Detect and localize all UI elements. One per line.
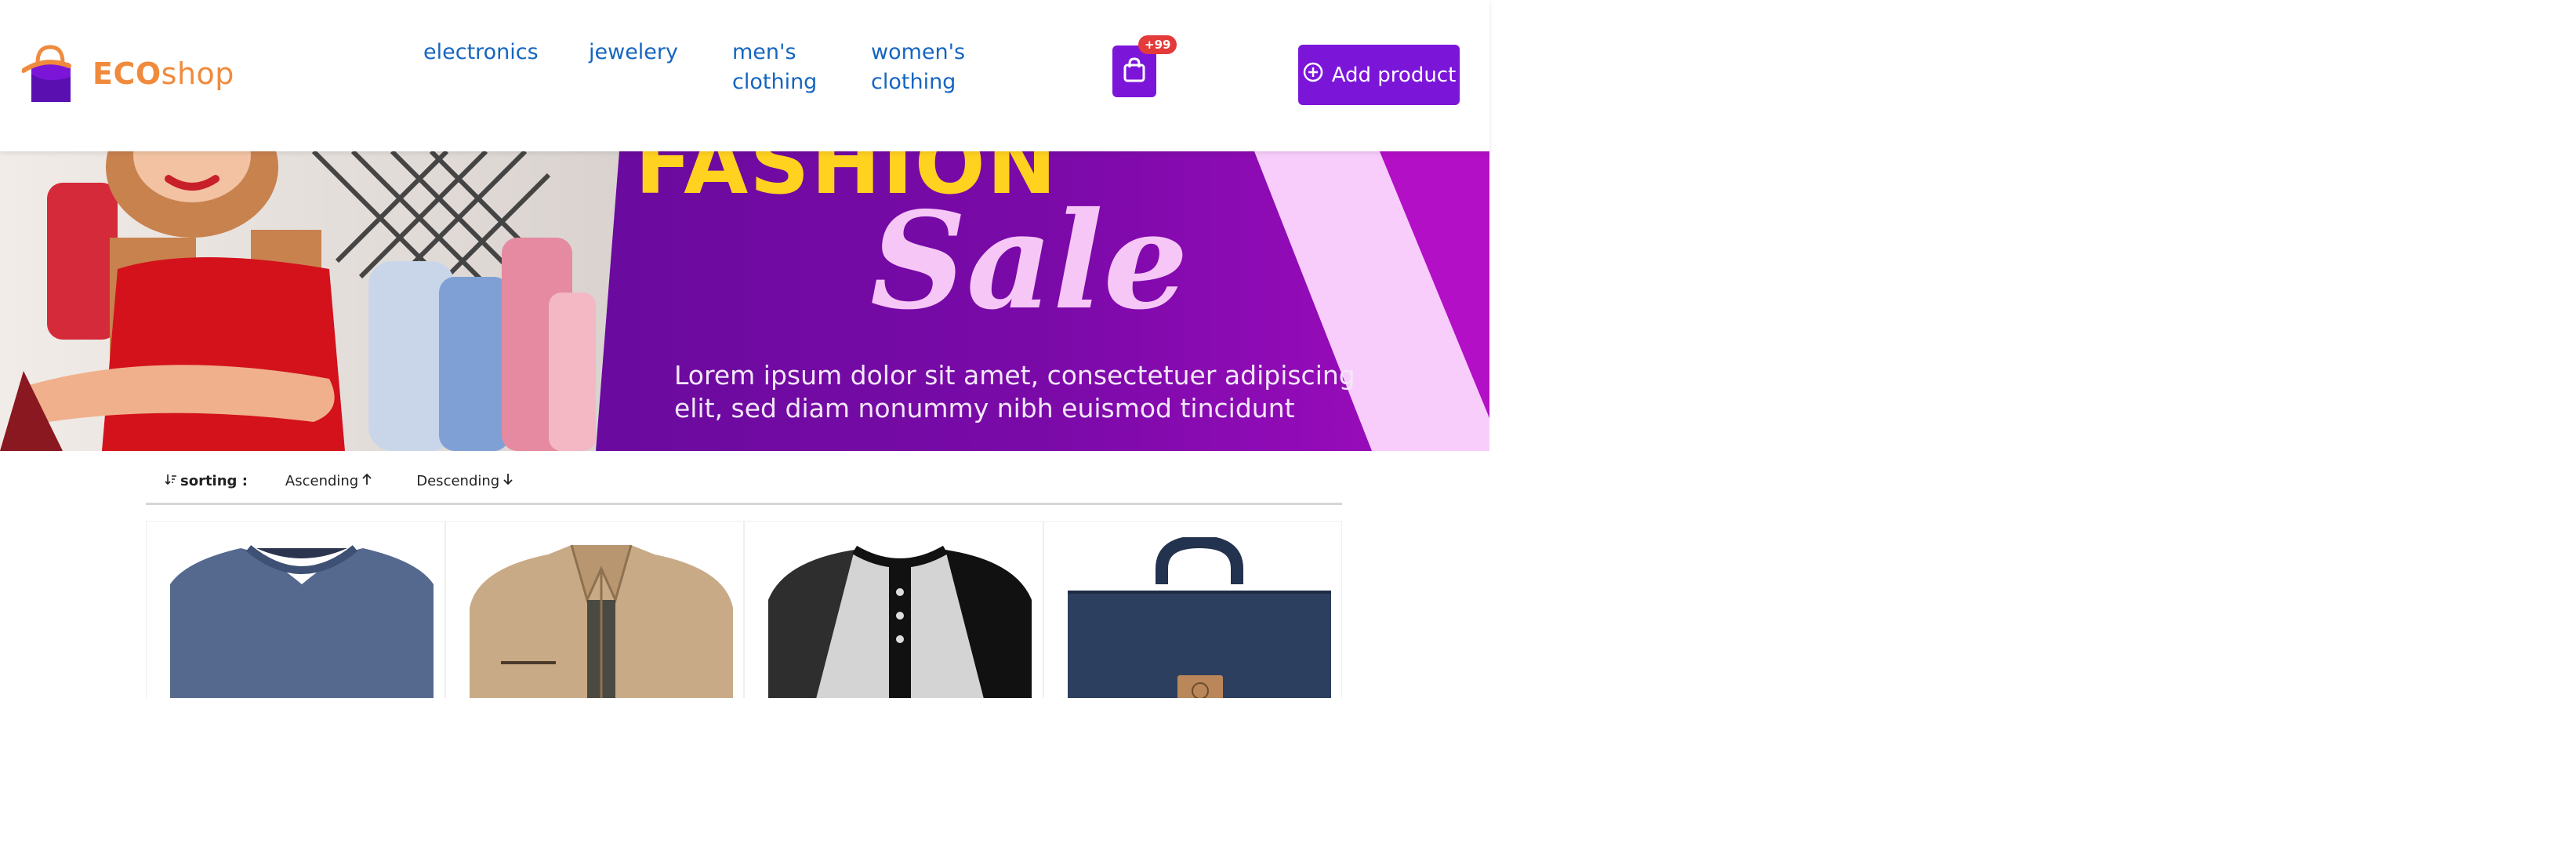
nav-link-mens-clothing[interactable]: men's clothing [732,38,817,97]
banner-description: Lorem ipsum dolor sit amet, consectetuer… [674,360,1355,424]
product-card[interactable] [744,521,1043,698]
shopping-bag-logo-icon [21,42,78,105]
nav-link-electronics[interactable]: electronics [423,38,539,67]
product-card[interactable] [444,521,744,698]
sorting-bar: sorting : Ascending Descending [146,460,1342,505]
site-header: ECOshop electronics jewelery men's clothi… [0,0,1489,151]
plus-circle-icon [1302,61,1324,89]
sort-ascending-button[interactable]: Ascending [285,473,372,489]
nav-link-womens-clothing[interactable]: women's clothing [871,38,965,97]
banner-sale-script: Sale [870,183,1188,340]
product-image-raglan-shirt [768,545,1032,698]
sort-descending-button[interactable]: Descending [416,473,513,489]
sorting-label: sorting : [165,473,248,489]
product-card[interactable] [1043,521,1342,698]
fashion-sale-banner: FASHION Sale Lorem ipsum dolor sit amet,… [0,151,1489,451]
product-grid [146,521,1342,698]
sort-icon [165,473,177,489]
arrow-up-icon [361,473,372,489]
brand-name: ECOshop [93,56,234,91]
add-product-label: Add product [1331,63,1457,87]
product-card[interactable] [146,521,445,698]
add-product-button[interactable]: Add product [1298,45,1460,105]
product-image-beige-jacket [469,544,733,698]
cart-count-badge: +99 [1138,35,1177,54]
brand-logo[interactable]: ECOshop [21,42,234,105]
arrow-down-icon [503,473,513,489]
product-image-navy-backpack [1067,537,1331,698]
shopping-bag-icon [1123,56,1146,86]
product-image-blue-tshirt [170,545,434,698]
nav-link-jewelery[interactable]: jewelery [589,38,678,67]
